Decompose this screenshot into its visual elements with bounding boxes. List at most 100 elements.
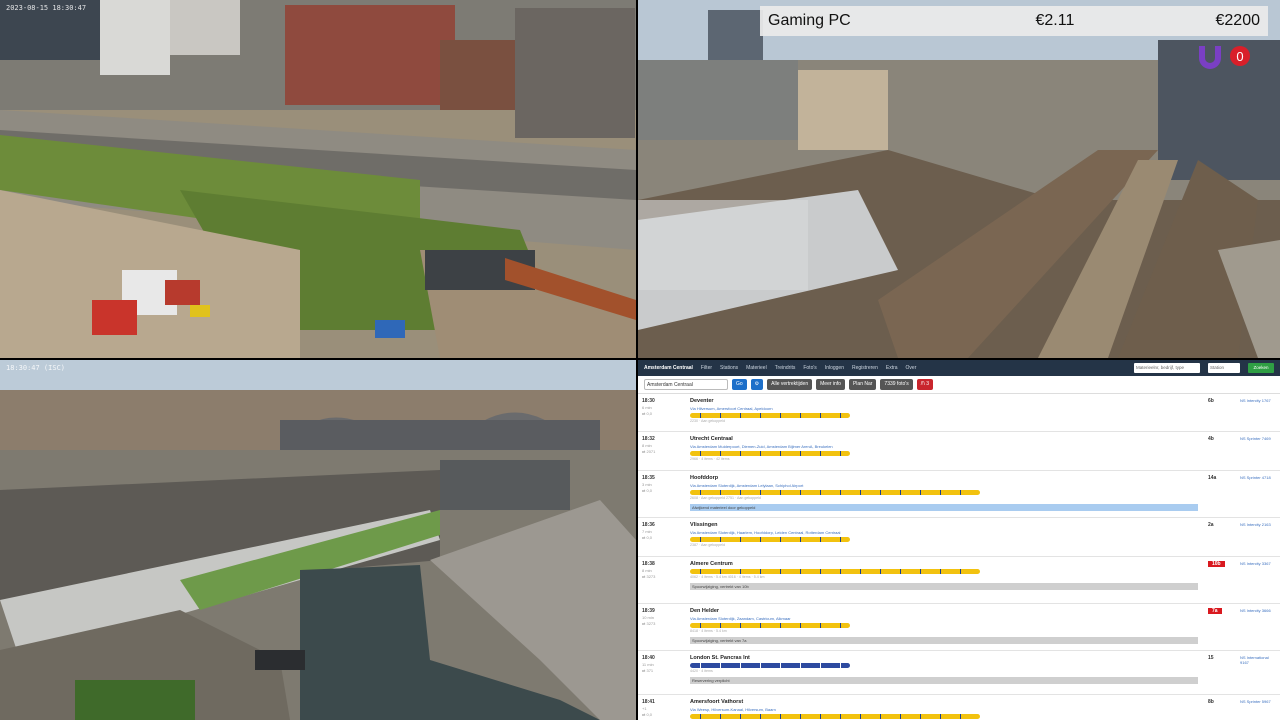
train-type-link[interactable]: NS Intercity 3367 — [1240, 561, 1278, 566]
departure-time: 18:30 — [642, 398, 655, 404]
nav-over[interactable]: Over — [906, 365, 917, 371]
rolling-stock: 2966 · 4 items · 42 items — [690, 457, 730, 461]
nav-materieel[interactable]: Materieel — [746, 365, 767, 371]
live-counter-value: 0 — [1236, 49, 1243, 64]
timestamp-overlay: 18:30:47 (ISC) — [6, 364, 66, 372]
platform: 8b — [1208, 699, 1214, 705]
destination: Den Helder — [690, 608, 720, 614]
photos-button[interactable]: 7339 foto's — [880, 379, 913, 390]
rolling-stock: 2608 · Aan gekoppeld 2751 · Aan gekoppel… — [690, 496, 761, 500]
row-notice: Reservering verplicht — [690, 677, 1198, 684]
departure-time: 18:32 — [642, 436, 655, 442]
train-type-link[interactable]: NS Intercity 1767 — [1240, 398, 1278, 403]
train-composition — [690, 537, 850, 542]
departure-time: 18:40 — [642, 655, 655, 661]
route-via: Via Amsterdam Sloterdijk, Zaandam, Castr… — [690, 616, 791, 621]
route-via: Via Weesp, Hilversum-Kanaal, Hilversum, … — [690, 707, 776, 712]
train-composition — [690, 451, 850, 456]
platform: 10b — [1208, 561, 1225, 567]
departure-row[interactable]: 18:39 10 min ⇄ 3273 Den Helder Via Amsterda… — [638, 604, 1280, 651]
train-type-link[interactable]: NS Intercity 3666 — [1240, 608, 1278, 613]
platform: 2a — [1208, 522, 1214, 528]
nav-fotos[interactable]: Foto's — [803, 365, 816, 371]
go-button[interactable]: Go — [732, 379, 747, 390]
destination: Utrecht Centraal — [690, 436, 733, 442]
live-counter-icon: 0 — [1199, 46, 1250, 69]
rolling-stock: 2387 · Aan gekoppeld — [690, 543, 725, 547]
train-composition — [690, 663, 850, 668]
nav-filter[interactable]: Filter — [701, 365, 712, 371]
departure-row[interactable]: 18:40 11 min ⇄ 371 London St. Pancras Int 4… — [638, 651, 1280, 695]
destination: Deventer — [690, 398, 714, 404]
nav-treindrits[interactable]: Treindrits — [775, 365, 796, 371]
row-notice: Afwijkend materieel door gekoppeld — [690, 504, 1198, 511]
departure-row[interactable]: 18:30 6 min ⇄ 0,0 Deventer Via Hilversum, A… — [638, 394, 1280, 432]
departure-time: 18:39 — [642, 608, 655, 614]
platform: 6b — [1208, 398, 1214, 404]
train-composition — [690, 623, 850, 628]
more-info-button[interactable]: Meer info — [816, 379, 845, 390]
platform: 4b — [1208, 436, 1214, 442]
station-search-input[interactable]: Station — [1208, 363, 1240, 373]
train-type-link[interactable]: NS Sprinter 5967 — [1240, 699, 1278, 704]
nav-extra[interactable]: Extra — [886, 365, 898, 371]
brand-link[interactable]: Amsterdam Centraal — [644, 365, 693, 371]
timestamp-overlay: 2023-08-15 18:30:47 — [6, 4, 87, 12]
train-composition — [690, 490, 980, 495]
departure-delay: 11 min ⇄ 371 — [642, 662, 654, 673]
route-via: Via Amsterdam Muiderpoort, Diemen-Zuid, … — [690, 444, 833, 449]
destination: Almere Centrum — [690, 561, 733, 567]
top-navbar: Amsterdam Centraal Filter Stations Mater… — [638, 360, 1280, 376]
train-type-link[interactable]: NS Sprinter 7469 — [1240, 436, 1278, 441]
train-composition — [690, 413, 850, 418]
settings-gear-icon[interactable]: ⚙ — [750, 379, 764, 390]
all-departures-button[interactable]: Alle vertrektijden — [767, 379, 813, 390]
platform: 14a — [1208, 475, 1217, 481]
departure-row[interactable]: 18:32 8 min ⇄ 2071 Utrecht Centraal Via Ams… — [638, 432, 1280, 471]
camera-grid: 2023-08-15 18:30:47 18:30:47 (ISC) Amste… — [0, 0, 1280, 720]
departure-delay: 3 min ⇄ 0,0 — [642, 482, 653, 493]
nav-inloggen[interactable]: Inloggen — [825, 365, 844, 371]
destination: Amersfoort Vathorst — [690, 699, 744, 705]
train-type-link[interactable]: NS Sprinter 4718 — [1240, 475, 1278, 480]
departure-board-page: Amsterdam Centraal Filter Stations Mater… — [638, 360, 1280, 720]
departure-delay: 7 min ⇄ 0,0 — [642, 529, 653, 540]
search-button[interactable]: Zoeken — [1248, 363, 1274, 373]
plan-button[interactable]: Plan Nar — [848, 379, 877, 390]
destination: London St. Pancras Int — [690, 655, 750, 661]
train-type-link[interactable]: NS International 9167 — [1240, 655, 1278, 665]
donation-goal-bar: Gaming PC €2.11 €2200 — [760, 6, 1268, 36]
departure-list: 18:30 6 min ⇄ 0,0 Deventer Via Hilversum, A… — [638, 394, 1280, 720]
camera-station-yard — [638, 0, 1280, 358]
train-type-link[interactable]: NS Intercity 2163 — [1240, 522, 1278, 527]
search-input[interactable]: Materieelnr, bedrijf, type — [1134, 363, 1200, 373]
departure-delay: 8 min ⇄ 2071 — [642, 443, 656, 454]
nav-registreren[interactable]: Registreren — [852, 365, 878, 371]
platform: 15 — [1208, 655, 1214, 661]
departure-row[interactable]: 18:35 3 min ⇄ 0,0 Hoofddorp Via Amsterdam S… — [638, 471, 1280, 518]
platform: 7a — [1208, 608, 1222, 614]
camera-centraal-station: 18:30:47 (ISC) — [0, 360, 636, 720]
alerts-button[interactable]: /!\ 3 — [916, 379, 934, 390]
route-via: Via Amsterdam Sloterdijk, Haarlem, Hoofd… — [690, 530, 841, 535]
departure-row[interactable]: 18:38 8 min ⇄ 3273 Almere Centrum 4062 · 4 … — [638, 557, 1280, 604]
station-select[interactable]: Amsterdam Centraal — [644, 379, 728, 390]
goal-target: €2200 — [1215, 12, 1261, 29]
rolling-stock: 2230 · Aan gekoppeld — [690, 419, 725, 423]
row-notice: Spoorwijziging, vertrekt van 7a — [690, 637, 1198, 644]
departure-delay: 6 min ⇄ 0,0 — [642, 405, 653, 416]
departure-row[interactable]: 18:36 7 min ⇄ 0,0 Vlissingen Via Amsterdam … — [638, 518, 1280, 557]
departure-delay: 10 min ⇄ 3273 — [642, 615, 656, 626]
nav-stations[interactable]: Stations — [720, 365, 738, 371]
departure-delay: +1 ⇄ 0,0 — [642, 706, 653, 717]
departure-time: 18:41 — [642, 699, 655, 705]
destination: Hoofddorp — [690, 475, 719, 481]
departure-row[interactable]: 18:41 +1 ⇄ 0,0 Amersfoort Vathorst Via Wees… — [638, 695, 1280, 720]
train-composition — [690, 569, 980, 574]
row-notice: Spoorwijziging, vertrekt van 10b — [690, 583, 1198, 590]
departure-time: 18:36 — [642, 522, 655, 528]
departure-delay: 8 min ⇄ 3273 — [642, 568, 656, 579]
destination: Vlissingen — [690, 522, 718, 528]
goal-name: Gaming PC — [768, 12, 851, 29]
route-via: Via Amsterdam Sloterdijk, Amsterdam Lely… — [690, 483, 804, 488]
